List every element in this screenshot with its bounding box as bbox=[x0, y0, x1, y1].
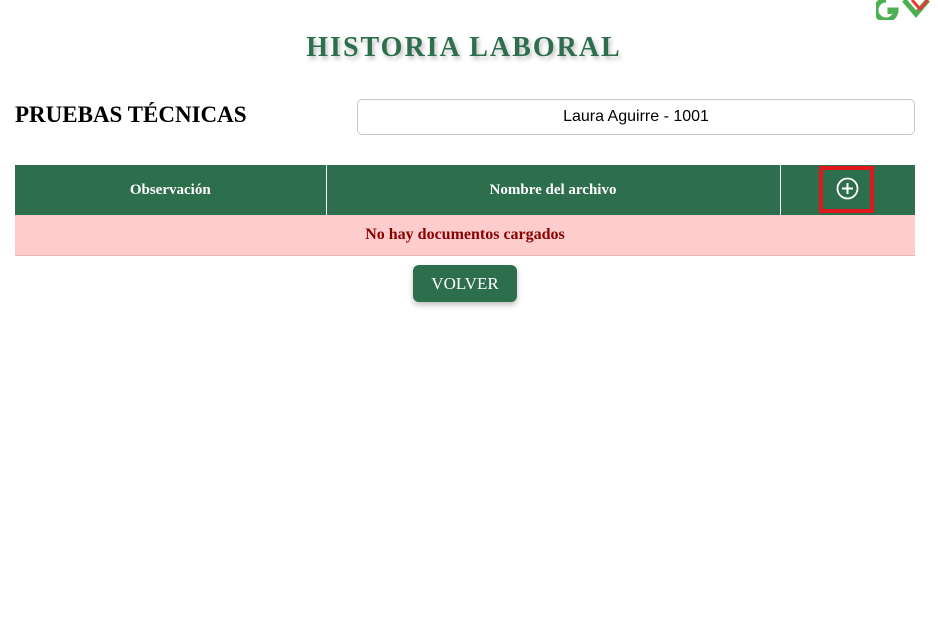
plus-circle-icon bbox=[836, 177, 859, 199]
column-header-observacion: Observación bbox=[15, 165, 327, 215]
page-title: HISTORIA LABORAL bbox=[306, 32, 622, 63]
add-document-cell bbox=[780, 165, 915, 215]
table-header-row: Observación Nombre del archivo bbox=[15, 165, 915, 215]
brand-logo-icon bbox=[876, 0, 934, 20]
empty-state-message: No hay documentos cargados bbox=[15, 215, 915, 256]
back-button[interactable]: VOLVER bbox=[413, 265, 517, 302]
column-header-nombre-archivo: Nombre del archivo bbox=[326, 165, 781, 215]
section-title: PRUEBAS TÉCNICAS bbox=[15, 102, 247, 127]
employee-field[interactable]: Laura Aguirre - 1001 bbox=[357, 99, 915, 135]
empty-state-row: No hay documentos cargados bbox=[15, 215, 915, 256]
documents-table: Observación Nombre del archivo No hay do… bbox=[15, 165, 915, 256]
add-document-button[interactable] bbox=[819, 165, 875, 213]
